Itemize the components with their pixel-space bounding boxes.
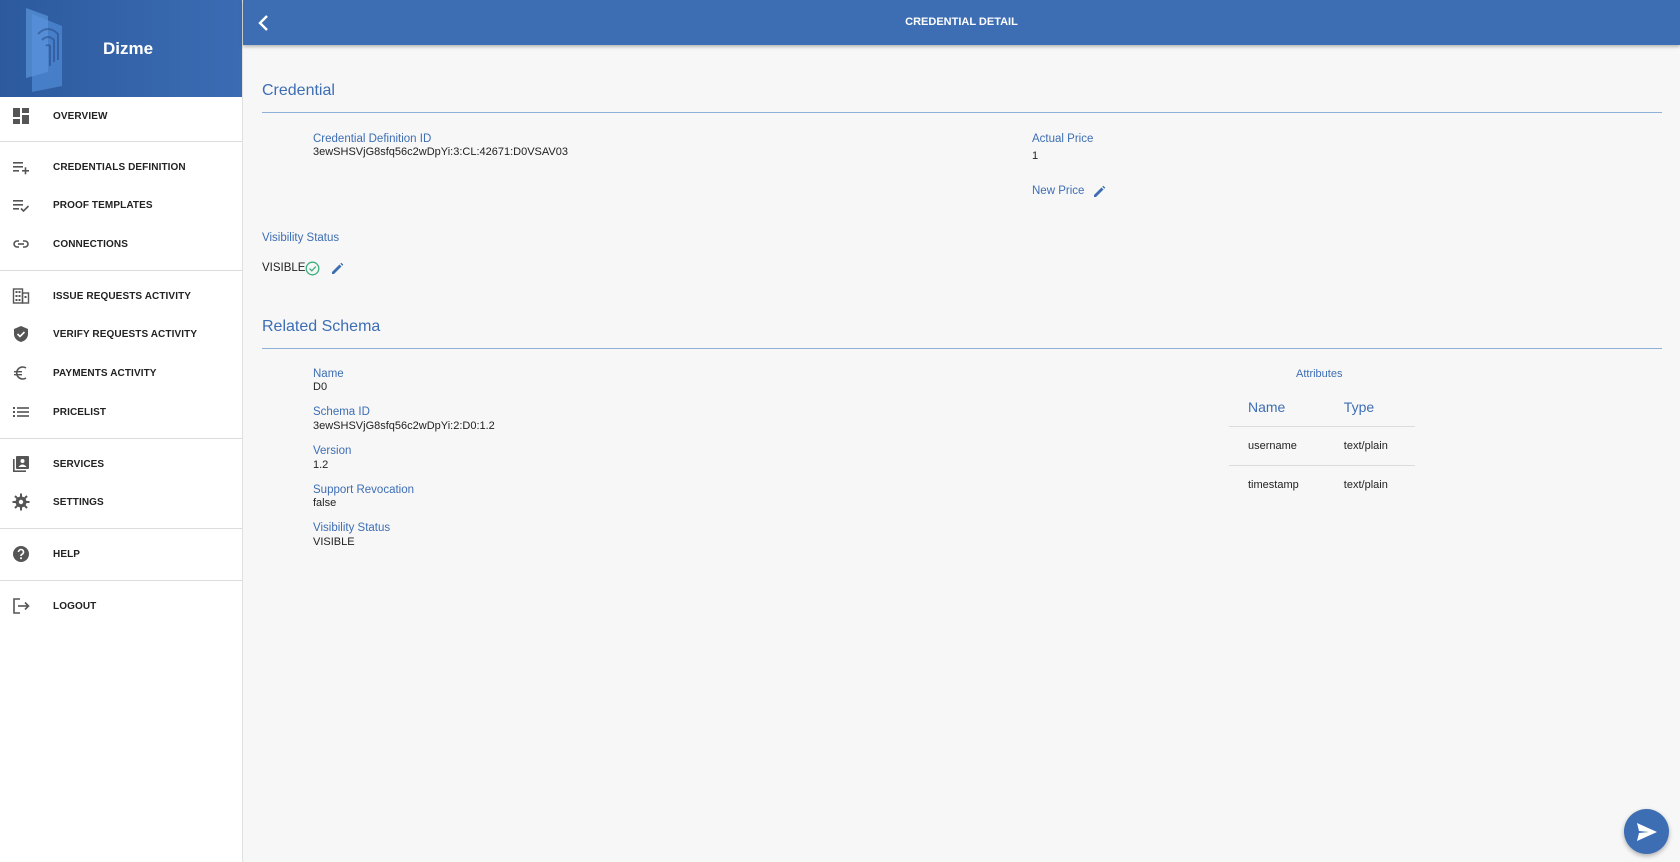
schema-id-value: 3ewSHSVjG8sfq56c2wDpYi:2:D0:1.2 [313,420,495,432]
send-fab-button[interactable] [1624,809,1669,854]
sidebar: Dizme OVERVIEW CREDENTIALS DEFINITION PR… [0,0,243,862]
top-app-bar: CREDENTIAL DETAIL [243,0,1680,45]
divider [0,141,242,142]
sidebar-item-label: HELP [53,548,81,560]
credential-definition-id-label: Credential Definition ID [313,133,432,145]
new-price-label: New Price [1032,185,1085,197]
sidebar-item-label: CREDENTIALS DEFINITION [53,161,186,173]
section-divider [262,112,1662,113]
sidebar-item-services[interactable]: SERVICES [0,445,242,483]
sidebar-item-pricelist[interactable]: PRICELIST [0,393,242,431]
euro-icon [14,366,27,380]
divider [0,438,242,439]
attributes-title: Attributes [1296,368,1343,380]
actual-price-label: Actual Price [1032,133,1094,145]
sidebar-item-logout[interactable]: LOGOUT [0,587,242,625]
sidebar-item-connections[interactable]: CONNECTIONS [0,225,242,263]
visibility-status-label: Visibility Status [262,232,340,244]
attribute-type-cell: text/plain [1333,426,1415,466]
sidebar-item-label: LOGOUT [53,600,97,612]
actual-price-value: 1 [1032,150,1039,162]
credential-section-title: Credential [262,82,335,99]
app-title: Dizme [103,39,154,58]
section-divider [262,348,1662,349]
playlist-check-icon [13,200,30,213]
sidebar-item-label: OVERVIEW [53,110,108,122]
sidebar-item-overview[interactable]: OVERVIEW [0,97,242,135]
playlist-add-icon [13,162,29,175]
gear-icon [12,493,30,511]
link-icon [13,240,29,248]
help-circle-icon [13,546,29,562]
sidebar-item-proof-templates[interactable]: PROOF TEMPLATES [0,186,242,224]
sidebar-item-label: SETTINGS [53,496,104,508]
send-icon [1637,823,1657,841]
table-header-row: Name Type [1229,389,1415,427]
attribute-name-cell: username [1229,426,1334,466]
divider [0,528,242,529]
sidebar-item-label: SERVICES [53,458,105,470]
sidebar-item-label: ISSUE REQUESTS ACTIVITY [53,290,192,302]
schema-id-label: Schema ID [313,406,370,418]
sidebar-item-label: PROOF TEMPLATES [53,199,153,211]
sidebar-item-settings[interactable]: SETTINGS [0,483,242,521]
library-books-icon [13,456,29,472]
list-icon [13,407,29,417]
support-revocation-value: false [313,497,337,509]
sidebar-item-issue-requests-activity[interactable]: ISSUE REQUESTS ACTIVITY [0,277,242,315]
schema-visibility-value: VISIBLE [313,536,355,548]
dashboard-icon [13,108,29,124]
attribute-type-cell: text/plain [1343,478,1388,491]
brand-header: Dizme [0,0,242,97]
sidebar-item-credentials-definition[interactable]: CREDENTIALS DEFINITION [0,148,242,186]
table-row: timestamp text/plain [1229,465,1415,504]
logout-icon [13,598,30,614]
attributes-table: Name Type username text/plain timestamp … [1229,389,1415,504]
sidebar-item-label: CONNECTIONS [53,238,128,250]
sidebar-item-payments-activity[interactable]: PAYMENTS ACTIVITY [0,354,242,392]
table-row: username text/plain [1229,426,1415,466]
attribute-name-cell: timestamp [1248,478,1299,491]
support-revocation-label: Support Revocation [313,484,415,496]
dizme-logo-icon [26,8,62,92]
sidebar-item-verify-requests-activity[interactable]: VERIFY REQUESTS ACTIVITY [0,315,242,353]
column-header-name: Name [1229,389,1334,427]
check-circle-icon [305,261,320,276]
schema-name-value: D0 [313,381,328,393]
divider [0,270,242,271]
sidebar-item-label: VERIFY REQUESTS ACTIVITY [53,328,198,340]
building-icon [12,288,30,304]
column-header-type: Type [1333,389,1415,427]
edit-visibility-pencil-icon[interactable] [330,262,344,276]
credential-definition-id-value: 3ewSHSVjG8sfq56c2wDpYi:3:CL:42671:D0VSAV… [313,146,568,158]
divider [0,580,242,581]
page-title: CREDENTIAL DETAIL [905,16,1018,28]
schema-visibility-label: Visibility Status [313,522,391,534]
verified-shield-icon [14,326,28,342]
visibility-status-value: VISIBLE [262,262,306,274]
related-schema-section-title: Related Schema [262,318,381,335]
sidebar-item-label: PAYMENTS ACTIVITY [53,367,157,379]
sidebar-item-help[interactable]: HELP [0,535,242,573]
schema-version-value: 1.2 [313,459,329,471]
edit-price-pencil-icon[interactable] [1092,185,1106,199]
schema-version-label: Version [313,445,352,457]
sidebar-item-label: PRICELIST [53,406,107,418]
schema-name-label: Name [313,368,344,380]
